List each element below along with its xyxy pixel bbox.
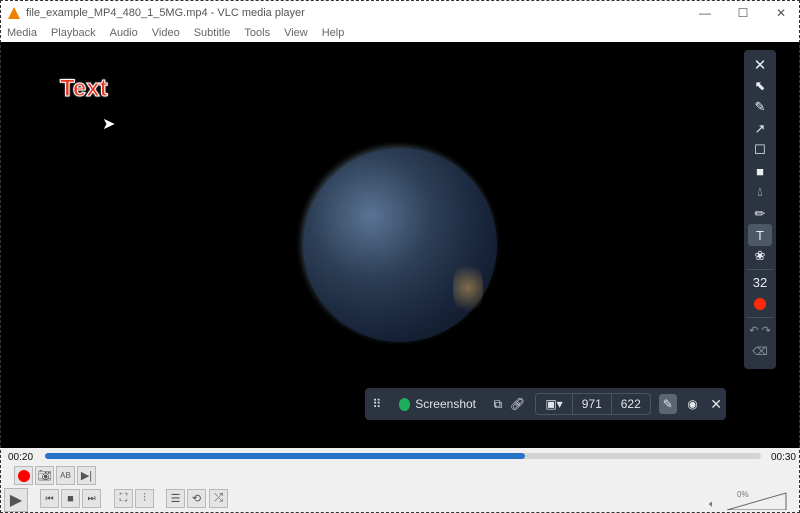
frame-step-icon[interactable]: ▶| [77,466,96,485]
vlc-cone-icon [8,6,20,19]
window-title: file_example_MP4_480_1_5MG.mp4 - VLC med… [26,6,305,19]
text-annotation[interactable]: Text [60,75,109,103]
rectangle-icon[interactable]: ☐ [748,139,772,160]
menu-view[interactable]: View [277,25,315,42]
sticker-icon[interactable]: ❀ [748,246,772,267]
shuffle-icon[interactable]: ⤮ [209,489,228,508]
seek-row: 00:20 00:30 [0,448,800,465]
menu-audio[interactable]: Audio [103,25,145,42]
seek-progress [45,453,525,459]
color-picker[interactable] [748,293,772,314]
next-icon[interactable]: ⏭ [82,489,101,508]
snapshot-camera-icon[interactable]: 📷︎ [35,466,54,485]
undo-redo-icon[interactable]: ↶ ↷ [748,320,772,341]
menu-bar: Media Playback Audio Video Subtitle Tool… [0,25,800,42]
menu-help[interactable]: Help [315,25,352,42]
clear-icon[interactable]: ⌫ [748,341,772,362]
height-field[interactable]: 622 [610,394,650,414]
menu-subtitle[interactable]: Subtitle [187,25,238,42]
menu-tools[interactable]: Tools [237,25,277,42]
menu-media[interactable]: Media [0,25,44,42]
menu-video[interactable]: Video [145,25,187,42]
total-time: 00:30 [770,452,796,463]
ab-loop-icon[interactable]: AB [56,466,75,485]
blur-drop-icon[interactable]: 💧︎ [748,182,772,203]
playlist-icon[interactable]: ☰ [166,489,185,508]
record-button[interactable] [14,466,33,485]
seek-slider[interactable] [45,453,761,459]
close-button[interactable]: ✕ [762,0,800,25]
loop-icon[interactable]: ⟲ [187,489,206,508]
drag-handle-icon[interactable]: ⠿ [367,397,387,411]
title-bar: file_example_MP4_480_1_5MG.mp4 - VLC med… [0,0,800,25]
fullscreen-icon[interactable]: ⛶ [114,489,133,508]
font-size[interactable]: 32 [748,272,772,293]
close-toolbar-icon[interactable]: ✕ [748,54,772,75]
capture-bar: ⠿ Screenshot ⧉ 🔗︎ ▣▾ 971 622 ✎ ◉ ✕ [365,388,726,420]
width-field[interactable]: 971 [571,394,611,414]
previous-icon[interactable]: ⏮ [40,489,59,508]
copy-icon[interactable]: ⧉ [488,397,508,412]
select-cursor-icon[interactable]: ⬉ [748,75,772,96]
highlighter-icon[interactable]: ✏ [748,203,772,224]
annotation-toolbar: ✕ ⬉ ✎ ↗ ☐ ■ 💧︎ ✏ T ❀ 32 ↶ ↷ ⌫ [744,50,776,369]
share-link-icon[interactable]: 🔗︎ [508,397,528,411]
filled-rectangle-icon[interactable]: ■ [748,160,772,181]
volume-slider[interactable]: 0% [727,490,787,510]
size-box: ▣▾ 971 622 [535,393,651,415]
play-button[interactable]: ▶ [4,488,28,512]
pen-icon[interactable]: ✎ [748,97,772,118]
preview-eye-icon[interactable]: ◉ [683,397,703,411]
extended-settings-icon[interactable]: ⫶ [135,489,154,508]
screenshot-label[interactable]: Screenshot [415,397,476,411]
maximize-button[interactable]: ☐ [724,0,762,25]
earth-video-frame [303,148,497,342]
mouse-cursor-icon: ➤ [102,116,116,133]
close-capture-icon[interactable]: ✕ [706,396,726,413]
camera-icon [398,397,411,411]
menu-playback[interactable]: Playback [44,25,103,42]
annotate-pen-icon[interactable]: ✎ [658,394,677,414]
minimize-button[interactable]: — [686,0,724,25]
region-dropdown-icon[interactable]: ▣▾ [536,394,571,414]
speaker-icon[interactable]: 🔈︎ [709,499,715,510]
arrow-icon[interactable]: ↗ [748,118,772,139]
elapsed-time: 00:20 [8,452,34,463]
stop-icon[interactable]: ■ [61,489,80,508]
text-tool-icon[interactable]: T [748,224,772,246]
